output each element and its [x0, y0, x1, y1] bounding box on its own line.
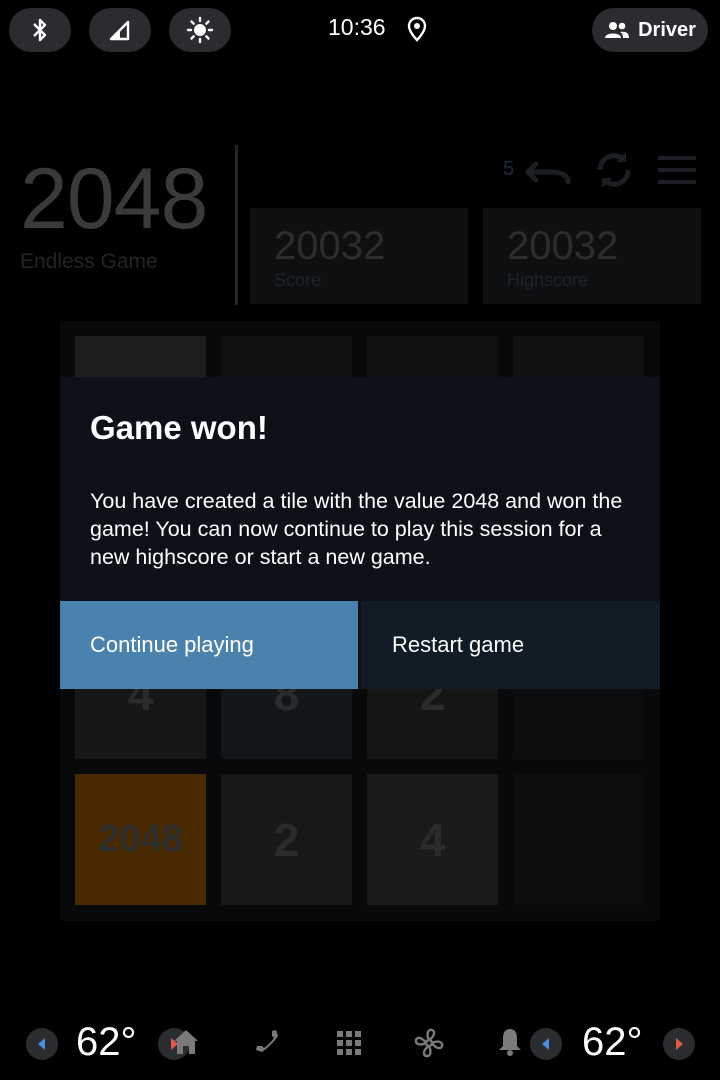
right-temp-up-button[interactable] — [663, 1028, 695, 1060]
phone-icon[interactable] — [252, 1026, 282, 1058]
clock: 10:36 — [328, 14, 386, 40]
game-won-dialog: Game won! You have created a tile with t… — [60, 377, 660, 689]
location-pin-icon — [407, 16, 427, 42]
bluetooth-button[interactable] — [9, 8, 71, 52]
chevron-left-icon — [38, 1038, 45, 1050]
chevron-left-icon — [542, 1038, 549, 1050]
restart-icon — [597, 152, 631, 188]
dialog-message: You have created a tile with the value 2… — [90, 489, 623, 569]
highscore-value: 20032 — [507, 224, 619, 268]
menu-icon — [658, 156, 696, 184]
cell-signal-button[interactable] — [89, 8, 151, 52]
bluetooth-icon — [33, 18, 47, 42]
brightness-icon — [186, 16, 214, 44]
score-box: 20032 Score — [250, 208, 468, 304]
fan-icon[interactable] — [412, 1026, 446, 1060]
continue-playing-button[interactable]: Continue playing — [60, 601, 358, 689]
dialog-title: Game won! — [90, 409, 268, 446]
tile: 2 — [221, 774, 352, 905]
game-title: 2048 — [20, 151, 208, 247]
profile-label: Driver — [638, 18, 696, 41]
cell-signal-icon — [109, 20, 130, 41]
game-mode-label: Endless Game — [20, 250, 158, 273]
people-icon — [605, 22, 630, 38]
restart-game-button[interactable]: Restart game — [361, 601, 660, 689]
highscore-box: 20032 Highscore — [483, 208, 701, 304]
tile: 4 — [367, 774, 498, 905]
tile: 2048 — [75, 774, 206, 905]
chevron-right-icon — [676, 1038, 683, 1050]
left-temp-down-button[interactable] — [26, 1028, 58, 1060]
right-temperature: 62° — [582, 1020, 643, 1064]
tile — [513, 774, 644, 905]
right-temp-down-button[interactable] — [530, 1028, 562, 1060]
left-temperature: 62° — [76, 1020, 137, 1064]
bell-icon[interactable] — [496, 1026, 524, 1058]
score-value: 20032 — [274, 224, 386, 268]
home-icon[interactable] — [170, 1026, 202, 1058]
undo-count: 5 — [503, 158, 515, 180]
driver-profile-button[interactable]: Driver — [592, 8, 708, 52]
apps-grid-icon[interactable] — [334, 1026, 364, 1058]
highscore-label: Highscore — [507, 270, 589, 290]
score-label: Score — [274, 270, 322, 290]
brightness-button[interactable] — [169, 8, 231, 52]
header-divider — [235, 145, 238, 305]
undo-icon — [525, 161, 571, 185]
